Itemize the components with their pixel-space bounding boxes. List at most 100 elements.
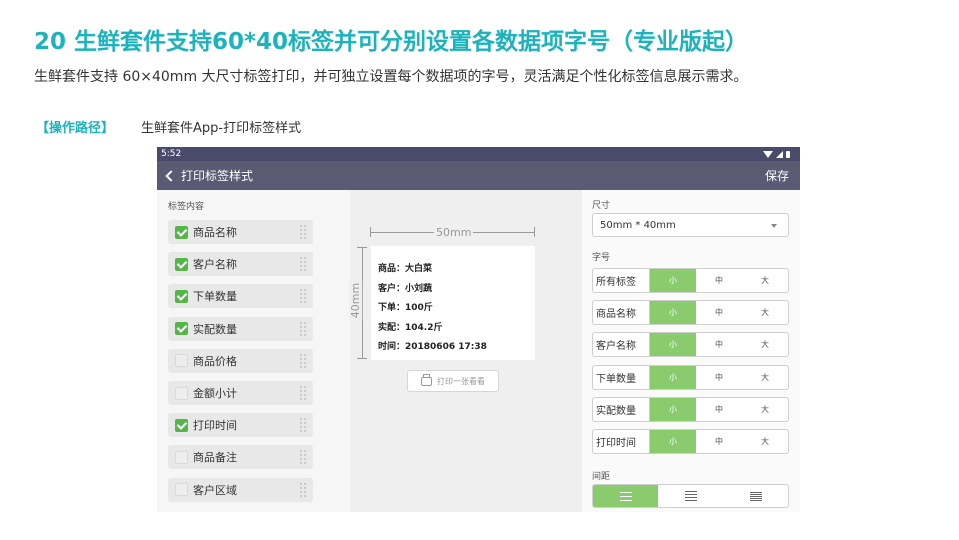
size-select[interactable]: 50mm * 40mm	[592, 213, 789, 237]
narrow-spacing-icon	[619, 491, 632, 501]
checkbox-checked-icon[interactable]	[175, 418, 188, 432]
font-size-option[interactable]: 中	[696, 333, 742, 356]
font-size-option[interactable]: 中	[696, 269, 742, 292]
wifi-icon	[763, 150, 773, 158]
font-size-option[interactable]: 大	[742, 366, 788, 389]
label-field-name: 商品价格	[193, 354, 237, 368]
checkbox-unchecked-icon[interactable]	[175, 386, 188, 400]
font-size-row-label: 实配数量	[593, 397, 650, 421]
medium-spacing-icon	[684, 491, 697, 501]
checkbox-unchecked-icon[interactable]	[175, 450, 188, 464]
status-bar: 5:52	[157, 147, 800, 161]
label-field-name: 下单数量	[193, 290, 237, 304]
font-size-option[interactable]: 小	[650, 397, 696, 421]
label-field-item[interactable]: 实配数量	[168, 316, 313, 341]
drag-handle-icon[interactable]	[299, 352, 307, 369]
spacing-title: 间距	[592, 472, 611, 482]
label-field-item[interactable]: 商品价格	[168, 348, 313, 373]
checkbox-checked-icon[interactable]	[175, 289, 188, 303]
wide-spacing-icon	[749, 491, 762, 501]
size-title: 尺寸	[592, 201, 611, 211]
signal-icon	[776, 150, 783, 158]
preview-line: 商品：大白菜	[378, 264, 433, 274]
nav-bar: 打印标签样式 保存	[157, 161, 800, 190]
font-size-option[interactable]: 大	[742, 398, 788, 421]
width-dimension-label: 50mm	[434, 226, 474, 239]
label-field-name: 客户区域	[193, 483, 237, 497]
spacing-selector	[592, 484, 789, 508]
drag-handle-icon[interactable]	[299, 288, 307, 305]
drag-handle-icon[interactable]	[299, 224, 307, 240]
label-field-item[interactable]: 商品名称	[168, 220, 313, 244]
font-size-option[interactable]: 大	[742, 301, 788, 324]
spacing-option[interactable]	[593, 485, 658, 507]
back-arrow-icon[interactable]	[165, 170, 177, 182]
drag-handle-icon[interactable]	[299, 256, 307, 273]
drag-handle-icon[interactable]	[299, 385, 307, 401]
label-preview-panel: 50mm 40mm 商品：大白菜 客户：小刘蔬 下单：100斤 实配：104.2…	[349, 190, 582, 512]
drag-handle-icon[interactable]	[299, 481, 307, 498]
label-field-item[interactable]: 客户区域	[168, 477, 313, 502]
font-size-option[interactable]: 中	[696, 430, 742, 453]
font-size-option[interactable]: 大	[742, 269, 788, 292]
drag-handle-icon[interactable]	[299, 449, 307, 466]
font-size-option[interactable]: 大	[742, 333, 788, 356]
font-size-option[interactable]: 小	[650, 269, 696, 292]
save-button[interactable]: 保存	[765, 167, 789, 184]
size-select-value: 50mm * 40mm	[600, 219, 676, 231]
printer-icon	[421, 373, 432, 386]
chevron-down-icon	[771, 224, 777, 228]
checkbox-checked-icon[interactable]	[175, 257, 188, 271]
font-size-row-label: 客户名称	[593, 333, 650, 357]
preview-line: 实配：104.2斤	[378, 322, 443, 333]
preview-line: 时间：20180606 17:38	[378, 342, 487, 352]
print-test-button[interactable]: 打印一张看看	[407, 370, 499, 392]
status-time: 5:52	[161, 149, 182, 159]
label-content-panel: 标签内容 商品名称客户名称下单数量实配数量商品价格金额小计打印时间商品备注客户区…	[157, 190, 350, 512]
app-screenshot: 5:52 打印标签样式 保存 标签内容 商品名称 客户名称 下单数量 实配数量 商品价格…	[157, 147, 800, 512]
slide-title: 20 生鲜套件支持60*40标签并可分别设置各数据项字号（专业版起）	[34, 29, 749, 55]
font-size-row-label: 打印时间	[593, 430, 650, 453]
preview-line: 客户：小刘蔬	[378, 283, 433, 294]
font-size-row: 所有标签小中大	[592, 268, 789, 293]
font-size-title: 字号	[592, 253, 611, 263]
label-field-name: 商品备注	[193, 451, 237, 465]
checkbox-unchecked-icon[interactable]	[175, 354, 188, 368]
checkbox-checked-icon[interactable]	[175, 322, 188, 336]
checkbox-checked-icon[interactable]	[175, 225, 188, 239]
font-size-option[interactable]: 小	[650, 301, 696, 325]
style-settings-panel: 尺寸 50mm * 40mm 字号 所有标签小中大商品名称小中大客户名称小中大下…	[582, 190, 800, 512]
drag-handle-icon[interactable]	[299, 320, 307, 337]
font-size-row: 实配数量小中大	[592, 396, 789, 422]
font-size-row: 打印时间小中大	[592, 429, 789, 454]
font-size-option[interactable]: 小	[650, 333, 696, 357]
label-field-item[interactable]: 下单数量	[168, 284, 313, 309]
label-preview-card: 商品：大白菜 客户：小刘蔬 下单：100斤 实配：104.2斤 时间：20180…	[371, 246, 535, 360]
spacing-option[interactable]	[723, 485, 788, 507]
font-size-row-label: 商品名称	[593, 301, 650, 325]
font-size-option[interactable]: 大	[742, 430, 788, 453]
spacing-option[interactable]	[658, 485, 723, 507]
font-size-row: 下单数量小中大	[592, 364, 789, 390]
checkbox-unchecked-icon[interactable]	[175, 483, 188, 497]
font-size-row-label: 下单数量	[593, 365, 650, 389]
font-size-row: 商品名称小中大	[592, 300, 789, 326]
label-field-item[interactable]: 客户名称	[168, 252, 313, 277]
label-field-item[interactable]: 商品备注	[168, 445, 313, 470]
drag-handle-icon[interactable]	[299, 417, 307, 434]
label-content-title: 标签内容	[168, 202, 205, 212]
label-field-item[interactable]: 打印时间	[168, 413, 313, 438]
font-size-row-label: 所有标签	[593, 269, 650, 292]
nav-title: 打印标签样式	[181, 169, 254, 183]
font-size-option[interactable]: 小	[650, 430, 696, 453]
label-field-name: 实配数量	[193, 322, 237, 336]
label-field-name: 客户名称	[193, 258, 237, 272]
height-dimension-label: 40mm	[349, 280, 363, 321]
font-size-option[interactable]: 小	[650, 365, 696, 389]
font-size-option[interactable]: 中	[696, 301, 742, 324]
slide-description: 生鲜套件支持 60×40mm 大尺寸标签打印，并可独立设置每个数据项的字号，灵活…	[34, 69, 748, 85]
operation-path-text: 生鲜套件App-打印标签样式	[141, 121, 302, 136]
label-field-item[interactable]: 金额小计	[168, 381, 313, 405]
font-size-option[interactable]: 中	[696, 398, 742, 421]
font-size-option[interactable]: 中	[696, 366, 742, 389]
